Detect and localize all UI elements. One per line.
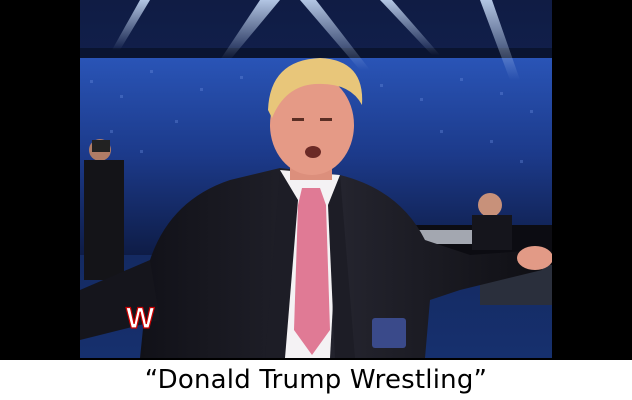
eye	[292, 118, 304, 121]
background-person-head	[478, 193, 502, 217]
eye	[320, 118, 332, 121]
caption: “Donald Trump Wrestling”	[144, 365, 488, 395]
tie	[294, 188, 330, 355]
letterbox-frame: W	[0, 0, 632, 360]
upper-deck-band	[80, 48, 552, 58]
photographer-body	[84, 160, 124, 280]
camera-icon	[92, 140, 110, 152]
background-person-body	[472, 215, 512, 250]
photo-illustration: W	[80, 0, 552, 358]
mouth	[305, 146, 321, 158]
badge	[372, 318, 406, 348]
hand	[517, 246, 552, 270]
photo: W	[80, 0, 552, 358]
network-logo: W	[126, 302, 155, 335]
